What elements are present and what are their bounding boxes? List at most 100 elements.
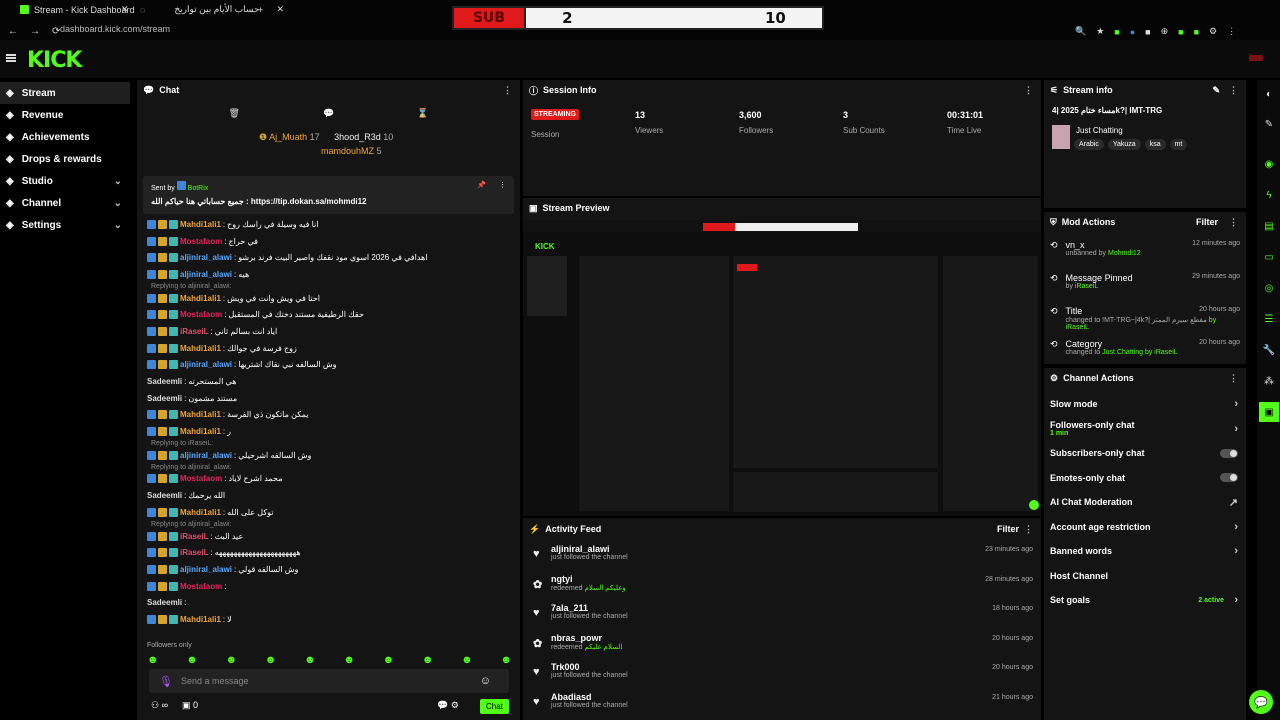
chat-rail-icon[interactable]: ▭ (1259, 247, 1279, 267)
chat-message[interactable]: aljiniral_alawi: وش السالفه نبي نقاك اشتر… (137, 357, 512, 374)
mod-action-item[interactable]: ⟲ Category changed to Just Chatting by iRa… (1044, 335, 1246, 368)
sidebar-item-channel[interactable]: ◈ Channel ⌄ (0, 192, 130, 214)
pinned-message[interactable]: Sent by BotRix 📌 ⋮ جميع حساباتي هنا حياكم … (143, 176, 514, 214)
edit-rail-icon[interactable]: ✎ (1259, 114, 1279, 134)
users-icon[interactable]: ⚇ ∞ (151, 700, 168, 711)
tab-close-icon[interactable]: ✕ (121, 2, 129, 17)
chat-message[interactable]: Mahdi1ali1: زوج فرسة في جوالك (137, 340, 512, 357)
chat-message[interactable]: Mostafaom: في حراج (137, 233, 512, 250)
doc-icon[interactable]: ▤ (1259, 216, 1279, 236)
emote-bar[interactable]: ☻ ☻ ☻ ☻ ☻ ☻ ☻ ☻ ☻ ☻ (147, 654, 512, 666)
storage-icon[interactable]: ☰ (1259, 309, 1279, 329)
chat-message[interactable]: aljiniral_alawi: وش السالفه قولي (137, 561, 512, 578)
chat-message[interactable]: aljiniral_alawi: وش السالفه اشرحيلي (137, 447, 512, 464)
edit-icon[interactable]: ✎ (1212, 85, 1220, 96)
chat-message[interactable]: Mahdi1ali1: يمكن ماتكون ذي الفرسة (137, 407, 512, 424)
channel-action-account-age-restriction[interactable]: Account age restriction › (1044, 515, 1246, 540)
trash-icon[interactable]: 🗑 (229, 108, 240, 119)
sidebar-item-settings[interactable]: ◈ Settings ⌄ (0, 214, 130, 236)
stream-info-menu-icon[interactable]: ⋮ (1229, 85, 1238, 96)
chat-message[interactable]: Mahdi1ali1: لا (137, 611, 512, 628)
activity-item[interactable]: ♥ 7ala_211 just followed the channel 18 ho… (523, 599, 1041, 629)
chat-message[interactable]: iRaseiL: عيد البث (137, 528, 512, 545)
bolt-icon[interactable]: ϟ (1259, 185, 1279, 205)
mod-action-item[interactable]: ⟲ vn_x unbanned by Mohmdi12 12 minutes ago (1044, 236, 1246, 269)
channel-action-emotes-only-chat[interactable]: Emotes-only chat (1044, 466, 1246, 491)
wrench-icon[interactable]: 🔧 (1259, 340, 1279, 360)
message-icon[interactable]: 💬 (323, 108, 334, 119)
tag[interactable]: Arabic (1074, 139, 1104, 150)
broadcast-rail-icon[interactable]: ◎ (1259, 278, 1279, 298)
mod-action-item[interactable]: ⟲ Message Pinned by iRaseiL 29 minutes ago (1044, 269, 1246, 302)
channel-action-set-goals[interactable]: Set goals 2 active › (1044, 588, 1246, 613)
chat-message[interactable]: Mahdi1ali1: احتا في ويش وانت في ويش (137, 290, 512, 307)
send-button[interactable]: Chat (480, 699, 509, 714)
category-thumbnail (1052, 125, 1070, 149)
chat-message[interactable]: iRaseiL: ههههههههههههههههههههههه (137, 544, 512, 561)
browser-tab-active[interactable]: Stream - Kick Dashboard (20, 2, 135, 17)
chevron-right-icon: › (1234, 545, 1238, 558)
tag[interactable]: ksa (1144, 139, 1166, 150)
chat-message[interactable]: aljiniral_alawi: اهدافي في 2026 اسوي مود … (137, 249, 512, 266)
channel-action-followers-only-chat[interactable]: Followers-only chat 1 min › (1044, 417, 1246, 442)
activity-menu-icon[interactable]: ⋮ (1024, 524, 1033, 535)
sidebar-item-achievements[interactable]: ◈ Achievements (0, 126, 130, 148)
activity-item[interactable]: ✿ ngtyi redeemed وعليكم السلام 28 minutes a… (523, 570, 1041, 600)
new-tab-icon[interactable]: + (258, 2, 263, 17)
sidebar-item-stream[interactable]: ◈ Stream (0, 82, 130, 104)
channel-action-slow-mode[interactable]: Slow mode › (1044, 392, 1246, 417)
chat-message[interactable]: Sadeemli: (137, 594, 512, 611)
address-bar[interactable]: dashboard.kick.com/stream (60, 24, 170, 34)
channel-action-host-channel[interactable]: Host Channel (1044, 564, 1246, 589)
chat-message[interactable]: Mostafaom: (137, 578, 512, 595)
channel-action-subscribers-only-chat[interactable]: Subscribers-only chat (1044, 441, 1246, 466)
chat-message[interactable]: Mahdi1ali1: ر (137, 423, 512, 440)
chat-message[interactable]: iRaseiL: اياد انت بسالم ثاني (137, 323, 512, 340)
heart-icon: ♥ (533, 666, 540, 678)
chat-menu-icon[interactable]: ⋮ (503, 85, 512, 96)
chat-message[interactable]: Mahdi1ali1: توكل على الله (137, 504, 512, 521)
session-menu-icon[interactable]: ⋮ (1024, 85, 1033, 96)
sidebar-item-studio[interactable]: ◈ Studio ⌄ (0, 170, 130, 192)
chat-message[interactable]: Sadeemli: الله يرحمك (137, 487, 512, 504)
activity-filter-button[interactable]: Filter (997, 524, 1019, 534)
mod-action-item[interactable]: ⟲ Title changed to !MT-TRG~|4k?| مقطع سيرم… (1044, 302, 1246, 335)
stream-preview[interactable]: KICK (523, 220, 1041, 516)
chat-message[interactable]: Mostafaom: حقك الرطيفية مستند دختك في الم… (137, 306, 512, 323)
channel-action-banned-words[interactable]: Banned words › (1044, 539, 1246, 564)
toolbar-icons[interactable]: 🔍 ★ ■ ● ■ ⊕ ■ ■ ⚙ ⋮ (1075, 24, 1236, 39)
chat-message[interactable]: Mahdi1ali1: انا فيه وسيلة في راسك روح (137, 216, 512, 233)
pinned-menu-icon: ⋮ (499, 182, 506, 189)
camera-icon[interactable]: ◉ (1259, 154, 1279, 174)
chat-message[interactable]: Sadeemli: هي المستحرته (137, 373, 512, 390)
chat-message[interactable]: Mostafaom: محمد اشرح لاياد (137, 471, 512, 488)
active-rail-icon[interactable]: ▣ (1259, 402, 1279, 422)
menu-icon[interactable] (6, 54, 16, 62)
hourglass-icon[interactable]: ⌛ (417, 108, 428, 119)
toggle-switch[interactable] (1220, 448, 1238, 458)
kick-logo[interactable]: KICK (27, 48, 82, 73)
share-icon[interactable]: ⁂ (1259, 371, 1279, 391)
chat-input[interactable]: 🎙 Send a message ☺ (149, 669, 509, 693)
avatar[interactable] (1249, 55, 1263, 61)
mod-menu-icon[interactable]: ⋮ (1229, 217, 1238, 228)
contrast-icon[interactable]: ◐ (1259, 84, 1279, 104)
nav-buttons[interactable]: ← → ⟳ (8, 24, 60, 39)
tag[interactable]: Yakuza (1107, 139, 1141, 150)
sidebar-item-drops-rewards[interactable]: ◈ Drops & rewards (0, 148, 130, 170)
tag[interactable]: mt (1169, 139, 1188, 150)
reply-context: Replying to iRaseiL: (151, 439, 214, 447)
activity-item[interactable]: ♥ aljiniral_alawi just followed the channe… (523, 540, 1041, 570)
help-chat-icon[interactable]: 💬 (1249, 690, 1273, 714)
mod-filter-button[interactable]: Filter (1196, 217, 1218, 227)
toggle-switch[interactable] (1220, 473, 1238, 483)
chat-message[interactable]: aljiniral_alawi: هيه (137, 266, 512, 283)
chat-settings-icons[interactable]: 💬 ⚙ (437, 700, 459, 711)
sidebar-item-revenue[interactable]: ◈ Revenue (0, 104, 130, 126)
channel-action-ai-chat-moderation[interactable]: AI Chat Moderation ↗ (1044, 490, 1246, 515)
activity-item[interactable]: ♥ Trk000 just followed the channel 20 hour… (523, 658, 1041, 688)
activity-item[interactable]: ✿ nbras_powr redeemed السلام عليكم 20 hours… (523, 629, 1041, 659)
channel-actions-menu-icon[interactable]: ⋮ (1229, 373, 1238, 384)
activity-item[interactable]: ♥ Abadiasd just followed the channel 21 ho… (523, 688, 1041, 718)
chat-message[interactable]: Sadeemli: مستند مشمون (137, 390, 512, 407)
